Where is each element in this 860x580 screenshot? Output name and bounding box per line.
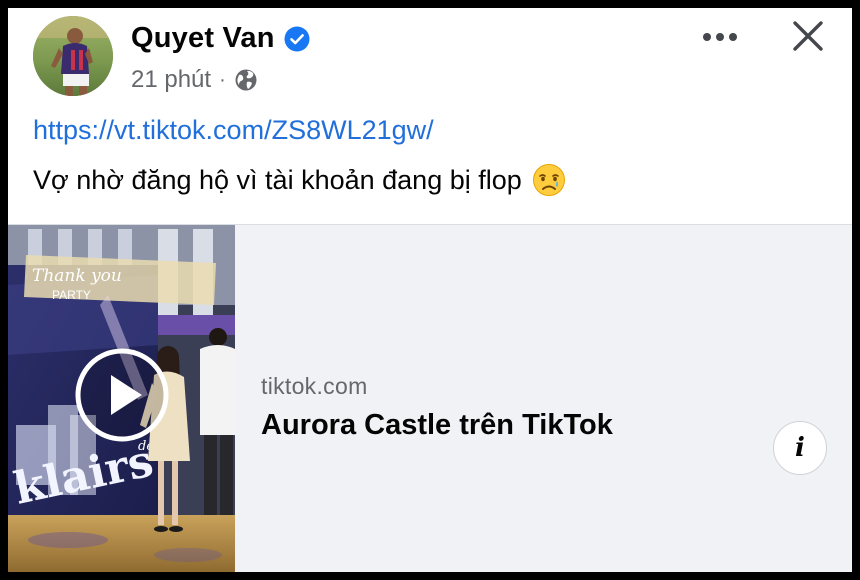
info-button[interactable]: i (773, 421, 827, 475)
thumbnail-sign-sub: PARTY (52, 288, 91, 302)
author-name-row: Quyet Van (131, 22, 310, 55)
close-button[interactable] (788, 16, 828, 56)
thumbnail-sign-script: Thank you (32, 266, 122, 286)
preview-domain: tiktok.com (261, 373, 368, 399)
facebook-post-card: Quyet Van 21 phút · https://vt.tiktok.co… (8, 8, 852, 572)
more-options-button[interactable] (698, 22, 742, 52)
meta-separator: · (219, 68, 226, 91)
post-caption: Vợ nhờ đăng hộ vì tài khoản đang bị flop (33, 163, 566, 197)
video-thumbnail[interactable]: Thank you PARTY dear, klairs (8, 225, 235, 572)
play-button[interactable] (74, 347, 170, 443)
link-preview-card[interactable]: Thank you PARTY dear, klairs (8, 224, 852, 572)
post-timestamp[interactable]: 21 phút (131, 66, 211, 94)
close-icon (793, 21, 823, 51)
more-options-icon (703, 33, 737, 41)
post-meta: 21 phút · (131, 66, 258, 94)
globe-icon[interactable] (234, 68, 258, 92)
play-icon (75, 348, 169, 442)
author-avatar[interactable] (33, 16, 113, 96)
post-caption-text: Vợ nhờ đăng hộ vì tài khoản đang bị flop (33, 164, 522, 195)
avatar-photo (33, 16, 113, 96)
verified-badge-icon (284, 26, 310, 51)
info-icon: i (795, 433, 805, 463)
post-link[interactable]: https://vt.tiktok.com/ZS8WL21gw/ (33, 115, 434, 146)
author-name[interactable]: Quyet Van (131, 22, 275, 55)
preview-title[interactable]: Aurora Castle trên TikTok (261, 409, 613, 442)
crying-face-emoji-icon (532, 164, 565, 196)
